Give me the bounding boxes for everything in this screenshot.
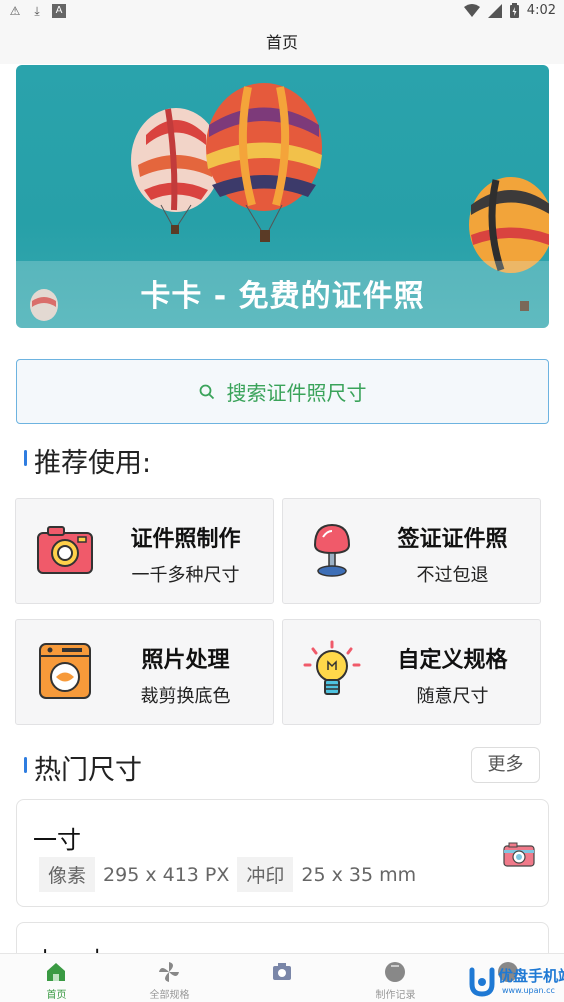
camera-icon xyxy=(273,963,291,980)
tab-all-specs[interactable]: 全部规格 xyxy=(113,954,226,1002)
more-button[interactable]: 更多 xyxy=(471,747,540,783)
size-specs: 像素 295 x 413 PX 冲印 25 x 35 mm xyxy=(39,857,424,892)
tab-label: 首页 xyxy=(46,990,67,1001)
watermark-text: 优盘手机站 xyxy=(498,967,564,985)
size-item-one-inch[interactable]: 一寸 像素 295 x 413 PX 冲印 25 x 35 mm xyxy=(16,799,549,907)
card-subtitle: 裁剪换底色 xyxy=(140,686,231,707)
camera-icon xyxy=(37,526,93,574)
stamp-icon xyxy=(313,523,351,577)
search-input[interactable]: 搜索证件照尺寸 xyxy=(16,359,549,424)
pinwheel-icon xyxy=(159,962,179,982)
battery-icon xyxy=(509,3,519,18)
pixel-value: 295 x 413 PX xyxy=(103,863,230,886)
card-subtitle: 随意尺寸 xyxy=(416,686,489,707)
light-bulb-icon xyxy=(303,640,361,695)
status-bar: ⚠ ⤓ A 4:02 xyxy=(0,0,564,24)
banner-title: 卡卡 - 免费的证件照 xyxy=(140,279,425,314)
card-subtitle: 一千多种尺寸 xyxy=(131,565,240,586)
wifi-icon xyxy=(463,3,480,17)
size-name: 一寸 xyxy=(33,826,81,854)
download-icon: ⤓ xyxy=(34,4,40,18)
promo-banner[interactable]: 卡卡 - 免费的证件照 xyxy=(16,65,549,328)
search-icon xyxy=(199,384,214,399)
heading-accent-bar xyxy=(24,450,27,466)
washing-machine-icon xyxy=(39,643,91,699)
signal-icon xyxy=(487,3,502,18)
print-value: 25 x 35 mm xyxy=(301,863,417,886)
warning-icon: ⚠ xyxy=(9,4,21,18)
card-visa-photo[interactable]: 签证证件照 不过包退 xyxy=(282,498,541,604)
card-title: 自定义规格 xyxy=(397,648,508,673)
card-photo-processing[interactable]: 照片处理 裁剪换底色 xyxy=(15,619,274,725)
watermark-logo-icon xyxy=(469,967,495,997)
card-title: 证件照制作 xyxy=(130,527,241,552)
tab-camera[interactable] xyxy=(226,954,339,1002)
tab-records[interactable]: 制作记录 xyxy=(339,954,452,1002)
card-subtitle: 不过包退 xyxy=(416,565,489,586)
heading-accent-bar xyxy=(24,757,27,773)
record-icon xyxy=(385,962,405,982)
home-icon xyxy=(47,963,65,981)
search-placeholder: 搜索证件照尺寸 xyxy=(226,381,367,405)
page-title: 首页 xyxy=(0,24,564,64)
pixel-label: 像素 xyxy=(39,857,96,892)
print-label: 冲印 xyxy=(237,857,294,892)
card-id-photo-make[interactable]: 证件照制作 一千多种尺寸 xyxy=(15,498,274,604)
watermark-url: www.upan.cc xyxy=(502,986,555,995)
status-time: 4:02 xyxy=(526,3,556,18)
tab-home[interactable]: 首页 xyxy=(0,954,113,1002)
camera-icon[interactable] xyxy=(503,840,535,868)
card-custom-spec[interactable]: 自定义规格 随意尺寸 xyxy=(282,619,541,725)
site-watermark: 优盘手机站 www.upan.cc xyxy=(466,960,564,1000)
font-app-icon: A xyxy=(52,4,66,18)
card-title: 签证证件照 xyxy=(397,527,508,552)
card-title: 照片处理 xyxy=(141,648,230,673)
tab-label: 制作记录 xyxy=(375,990,416,1001)
tab-label: 全部规格 xyxy=(149,990,190,1001)
